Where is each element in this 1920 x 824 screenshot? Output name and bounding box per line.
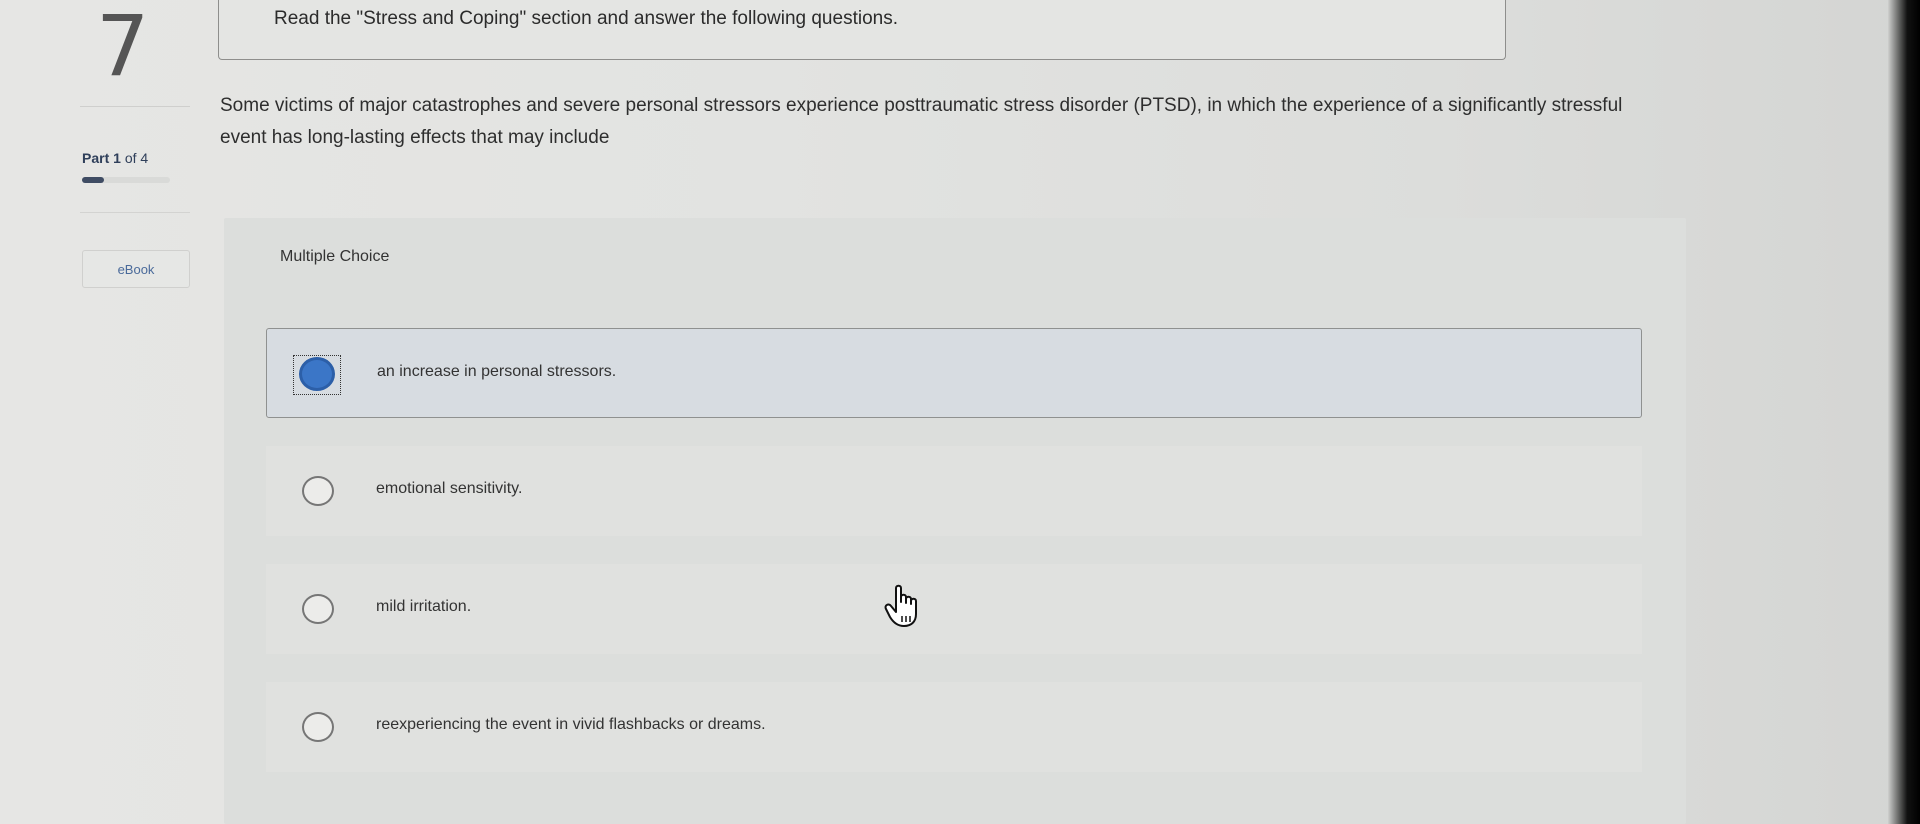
radio-button[interactable]	[302, 712, 334, 742]
choice-label: an increase in personal stressors.	[377, 363, 617, 380]
question-type-label: Multiple Choice	[280, 248, 390, 265]
screen-bezel	[1888, 0, 1920, 824]
part-current: 1	[113, 150, 121, 166]
choice-option[interactable]: reexperiencing the event in vivid flashb…	[266, 682, 1642, 772]
part-of: of	[124, 150, 137, 166]
question-prompt: Some victims of major catastrophes and s…	[220, 95, 1623, 148]
ebook-button[interactable]: eBook	[82, 250, 190, 288]
choice-label: mild irritation.	[376, 598, 472, 615]
part-prefix: Part	[82, 150, 110, 166]
choice-list: an increase in personal stressors. emoti…	[266, 328, 1642, 800]
choice-option[interactable]: emotional sensitivity.	[266, 446, 1642, 536]
choice-option[interactable]: mild irritation.	[266, 564, 1642, 654]
radio-button[interactable]	[302, 476, 334, 506]
radio-button-selected[interactable]	[299, 357, 335, 391]
choice-label: reexperiencing the event in vivid flashb…	[376, 716, 766, 733]
choice-label: emotional sensitivity.	[376, 480, 523, 497]
part-total: 4	[140, 150, 149, 166]
divider	[80, 212, 190, 213]
question-number: 7	[96, 0, 150, 95]
radio-button[interactable]	[302, 594, 334, 624]
divider	[80, 106, 190, 107]
part-progress-fill	[82, 177, 104, 183]
instruction-text: Read the "Stress and Coping" section and…	[274, 8, 898, 29]
part-indicator: Part 1 of 4	[82, 150, 148, 166]
choice-option[interactable]: an increase in personal stressors.	[266, 328, 1642, 418]
part-progress-bar	[82, 177, 170, 183]
hand-pointer-icon	[884, 584, 917, 627]
